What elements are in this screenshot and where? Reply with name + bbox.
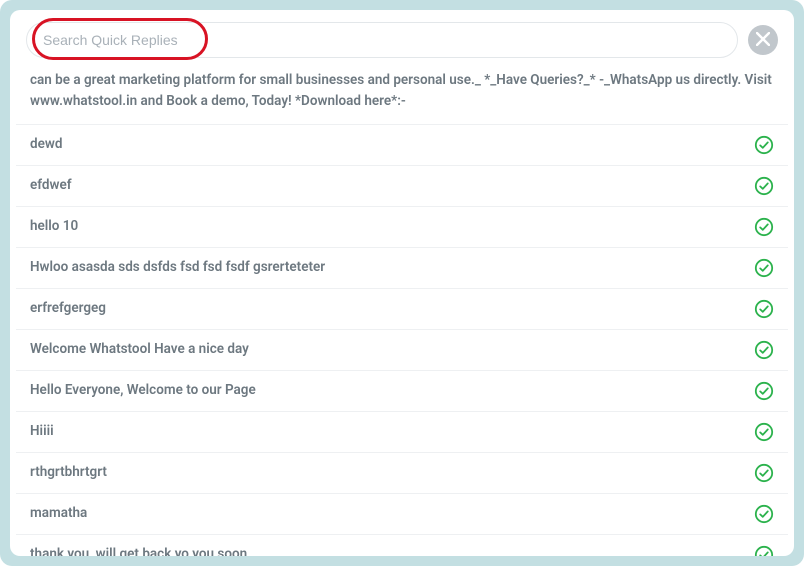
- check-circle-icon: [754, 422, 774, 442]
- check-circle-icon: [754, 217, 774, 237]
- check-circle-icon: [754, 258, 774, 278]
- quick-reply-text: erfrefgergeg: [30, 299, 754, 318]
- check-circle-icon: [754, 135, 774, 155]
- quick-reply-item[interactable]: dewd: [16, 125, 788, 166]
- quick-reply-item[interactable]: hello 10: [16, 207, 788, 248]
- modal-backdrop: can be a great marketing platform for sm…: [0, 0, 804, 566]
- search-input[interactable]: [26, 22, 738, 58]
- quick-reply-text: thank you, will get back yo you soon: [30, 545, 754, 556]
- quick-reply-item[interactable]: Hello Everyone, Welcome to our Page: [16, 371, 788, 412]
- check-circle-icon: [754, 176, 774, 196]
- quick-reply-text: Welcome Whatstool Have a nice day: [30, 340, 754, 359]
- intro-text: can be a great marketing platform for sm…: [16, 68, 788, 125]
- check-circle-icon: [754, 381, 774, 401]
- quick-reply-item[interactable]: efdwef: [16, 166, 788, 207]
- close-button[interactable]: [748, 25, 778, 55]
- quick-reply-item[interactable]: Hiiii: [16, 412, 788, 453]
- quick-reply-item[interactable]: rthgrtbhrtgrt: [16, 453, 788, 494]
- quick-reply-text: rthgrtbhrtgrt: [30, 463, 754, 482]
- quick-reply-text: dewd: [30, 135, 754, 154]
- check-circle-icon: [754, 463, 774, 483]
- quick-reply-item[interactable]: erfrefgergeg: [16, 289, 788, 330]
- quick-reply-text: Hwloo asasda sds dsfds fsd fsd fsdf gsre…: [30, 258, 754, 277]
- close-icon: [756, 31, 770, 50]
- check-circle-icon: [754, 504, 774, 524]
- quick-reply-text: Hiiii: [30, 422, 754, 441]
- check-circle-icon: [754, 299, 774, 319]
- quick-reply-text: efdwef: [30, 176, 754, 195]
- search-wrap: [26, 22, 738, 58]
- quick-reply-text: mamatha: [30, 504, 754, 523]
- check-circle-icon: [754, 545, 774, 556]
- quick-reply-item[interactable]: mamatha: [16, 494, 788, 535]
- panel-header: [10, 10, 794, 68]
- check-circle-icon: [754, 340, 774, 360]
- quick-reply-text: hello 10: [30, 217, 754, 236]
- quick-reply-text: Hello Everyone, Welcome to our Page: [30, 381, 754, 400]
- quick-reply-item[interactable]: Hwloo asasda sds dsfds fsd fsd fsdf gsre…: [16, 248, 788, 289]
- quick-replies-panel: can be a great marketing platform for sm…: [10, 10, 794, 556]
- quick-reply-item[interactable]: thank you, will get back yo you soon: [16, 535, 788, 556]
- quick-reply-item[interactable]: Welcome Whatstool Have a nice day: [16, 330, 788, 371]
- quick-replies-list[interactable]: can be a great marketing platform for sm…: [10, 68, 794, 556]
